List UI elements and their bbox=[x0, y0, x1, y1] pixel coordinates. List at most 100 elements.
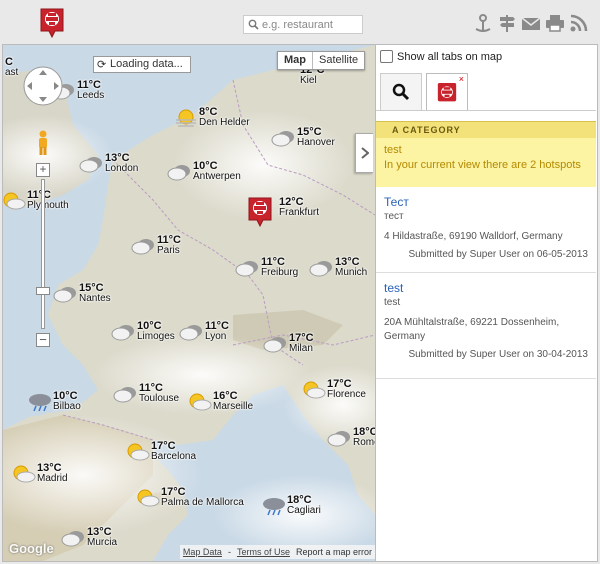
hotspot-logo-icon[interactable] bbox=[40, 8, 64, 38]
weather-label: 16°C Marseille bbox=[213, 391, 253, 412]
sun-cloud-weather-icon bbox=[187, 392, 213, 412]
show-all-checkbox[interactable] bbox=[380, 50, 393, 63]
weather-marker[interactable]: 16°C Marseille bbox=[187, 391, 253, 412]
collapse-sidebar-button[interactable] bbox=[355, 133, 373, 173]
weather-marker[interactable]: 13°C Munich bbox=[309, 257, 367, 278]
report-map-error-link[interactable]: Report a map error bbox=[293, 545, 375, 559]
weather-city: Plymouth bbox=[27, 200, 69, 211]
hotspot-entry[interactable]: Тест тест 4 Hildastraße, 69190 Walldorf,… bbox=[376, 195, 596, 273]
close-tab-icon[interactable]: × bbox=[459, 74, 464, 84]
cloudy-weather-icon bbox=[309, 258, 335, 278]
weather-marker[interactable]: 13°C Murcia bbox=[61, 527, 117, 548]
weather-city: Munich bbox=[335, 267, 368, 278]
entry-title[interactable]: test bbox=[384, 281, 588, 295]
map-data-link[interactable]: Map Data bbox=[180, 545, 225, 559]
weather-city: Lyon bbox=[205, 331, 227, 342]
print-icon[interactable] bbox=[544, 13, 565, 34]
weather-label: 17°C Milan bbox=[289, 333, 314, 354]
weather-marker[interactable]: 15°C Hanover bbox=[271, 127, 335, 148]
weather-marker[interactable]: 18°C Cagliari bbox=[261, 495, 321, 516]
sidebar: Show all tabs on map × A CATEGORY test I… bbox=[375, 45, 597, 561]
weather-label: 18°C Cagliari bbox=[287, 495, 321, 516]
cloudy-weather-icon bbox=[235, 258, 261, 278]
category-info: In your current view there are 2 hotspot… bbox=[384, 159, 581, 171]
weather-label: 12°C Frankfurt bbox=[279, 197, 319, 218]
weather-label: 15°C Nantes bbox=[79, 283, 111, 304]
weather-marker[interactable]: 17°C Palma de Mallorca bbox=[135, 487, 244, 508]
weather-marker[interactable]: 17°C Florence bbox=[301, 379, 366, 400]
weather-city: Antwerpen bbox=[193, 171, 241, 182]
weather-marker[interactable]: 17°C Barcelona bbox=[125, 441, 196, 462]
weather-marker[interactable]: 11°C Freiburg bbox=[235, 257, 298, 278]
weather-marker[interactable]: 11°C Toulouse bbox=[113, 383, 179, 404]
weather-marker[interactable]: 11°C Lyon bbox=[179, 321, 229, 342]
map-type-control: Map Satellite bbox=[277, 51, 366, 70]
entry-title[interactable]: Тест bbox=[384, 195, 588, 209]
signpost-icon[interactable] bbox=[496, 13, 517, 34]
weather-label: 13°C Murcia bbox=[87, 527, 117, 548]
show-all-label: Show all tabs on map bbox=[397, 50, 503, 63]
cloudy-weather-icon bbox=[111, 322, 137, 342]
sun-fog-weather-icon bbox=[173, 108, 199, 128]
weather-marker[interactable]: 17°C Milan bbox=[263, 333, 314, 354]
top-bar bbox=[0, 0, 600, 44]
tab-search[interactable] bbox=[380, 73, 422, 110]
geolocate-icon[interactable] bbox=[472, 13, 493, 34]
hotspot-marker-frankfurt[interactable] bbox=[248, 197, 272, 227]
terms-of-use-link[interactable]: Terms of Use bbox=[234, 545, 293, 559]
weather-label: 11°C Toulouse bbox=[139, 383, 179, 404]
rain-weather-icon bbox=[27, 392, 53, 412]
google-logo: Google bbox=[9, 541, 54, 556]
weather-marker[interactable]: 15°C Nantes bbox=[53, 283, 111, 304]
category-title[interactable]: test bbox=[384, 144, 588, 156]
weather-marker[interactable]: 13°C Madrid bbox=[11, 463, 68, 484]
weather-marker[interactable]: 13°C London bbox=[79, 153, 138, 174]
chevron-right-icon bbox=[360, 147, 369, 159]
weather-label: 10°C Limoges bbox=[137, 321, 175, 342]
weather-marker[interactable]: 11°C Paris bbox=[131, 235, 181, 256]
zoom-out-button[interactable]: − bbox=[36, 333, 50, 347]
weather-city: Paris bbox=[157, 245, 180, 256]
sun-cloud-weather-icon bbox=[301, 380, 327, 400]
weather-city: Milan bbox=[289, 343, 313, 354]
app: Cast 12°CKiel 11°CLeeds8°CDen Helder15°C… bbox=[0, 0, 600, 564]
sidebar-tabs: × bbox=[380, 73, 468, 111]
map-type-satellite-button[interactable]: Satellite bbox=[312, 52, 364, 69]
map-canvas[interactable]: Cast 12°C Kiel 11°C Leeds 8°C Den Helder 15°C… bbox=[3, 45, 375, 561]
weather-city: Limoges bbox=[137, 331, 175, 342]
weather-marker[interactable]: 10°C Antwerpen bbox=[167, 161, 241, 182]
weather-city: Leeds bbox=[77, 90, 105, 101]
weather-label: 17°C Palma de Mallorca bbox=[161, 487, 244, 508]
category-header: A CATEGORY bbox=[376, 121, 596, 138]
weather-marker[interactable]: 11°C Plymouth bbox=[3, 190, 69, 211]
cloudy-weather-icon bbox=[327, 428, 353, 448]
weather-city: Madrid bbox=[37, 473, 68, 484]
street-view-pegman-icon[interactable] bbox=[36, 130, 50, 156]
weather-marker[interactable]: 10°C Limoges bbox=[111, 321, 175, 342]
weather-marker[interactable]: 18°CRome bbox=[327, 427, 375, 448]
entry-submitted: Submitted by Super User on 30-04-2013 bbox=[408, 349, 588, 360]
search-box[interactable] bbox=[243, 15, 363, 34]
sun-cloud-weather-icon bbox=[3, 191, 27, 211]
weather-marker[interactable]: 8°C Den Helder bbox=[173, 107, 250, 128]
kiel-city: Kiel bbox=[300, 75, 317, 86]
category-summary: test In your current view there are 2 ho… bbox=[376, 138, 596, 187]
zoom-slider-handle[interactable] bbox=[36, 287, 50, 295]
search-input[interactable] bbox=[262, 17, 360, 32]
mail-icon[interactable] bbox=[520, 13, 541, 34]
rss-icon[interactable] bbox=[568, 13, 589, 34]
zoom-in-button[interactable]: + bbox=[36, 163, 50, 177]
zoom-slider-track[interactable] bbox=[41, 179, 45, 329]
toolbar bbox=[472, 12, 589, 34]
map-type-map-button[interactable]: Map bbox=[278, 52, 312, 69]
weather-city: Bilbao bbox=[53, 401, 81, 412]
show-all-tabs-toggle[interactable]: Show all tabs on map bbox=[380, 50, 502, 63]
edge-city-west: ast bbox=[5, 67, 19, 78]
weather-city: Toulouse bbox=[139, 393, 180, 404]
category-marker-icon bbox=[437, 82, 457, 101]
weather-label: 8°C Den Helder bbox=[199, 107, 250, 128]
hotspot-entry[interactable]: test test 20A Mühltalstraße, 69221 Dosse… bbox=[376, 281, 596, 379]
pan-control[interactable] bbox=[22, 65, 64, 107]
weather-marker[interactable]: 10°C Bilbao bbox=[27, 391, 81, 412]
tab-category[interactable]: × bbox=[426, 73, 468, 111]
